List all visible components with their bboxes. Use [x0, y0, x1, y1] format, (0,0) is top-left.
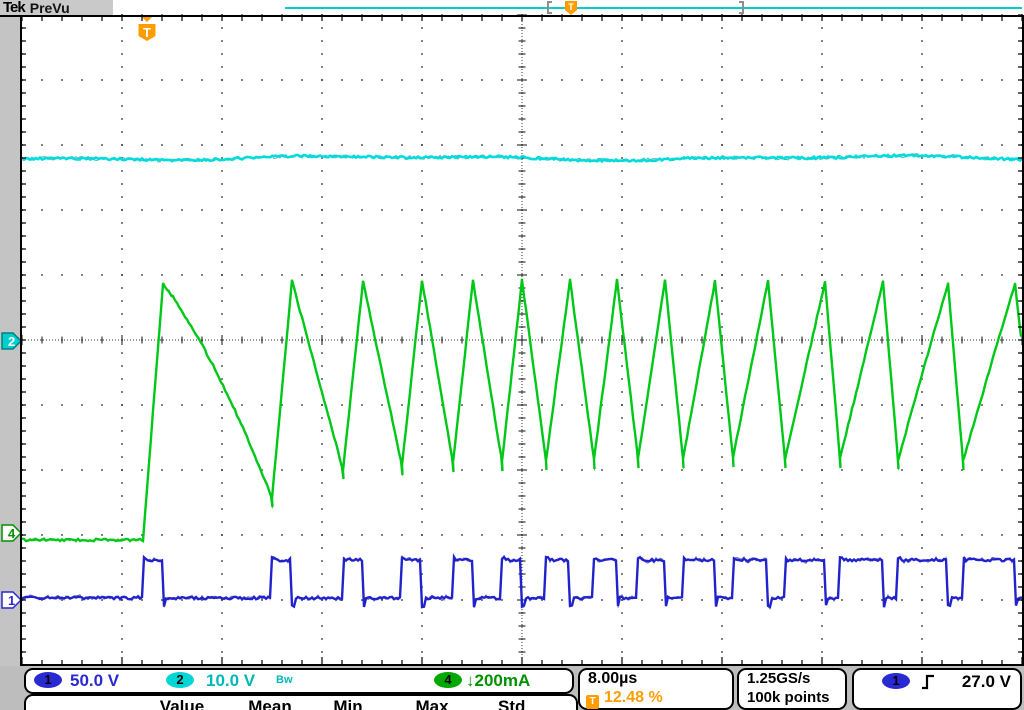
channel-1-scale: 50.0 V: [70, 671, 119, 691]
record-trigger-label: T: [568, 2, 574, 12]
oscilloscope-screen: 2 4 1 T T Tek PreVu 1 50.0 V 2 10.0 V Bw 4 …: [0, 0, 1024, 710]
measurement-header: Mean: [248, 697, 291, 710]
waveform-display: 2 4 1 T: [0, 0, 1024, 668]
tek-logo: Tek: [3, 0, 25, 16]
channel-marker-label: 4: [8, 526, 16, 541]
acquisition-mode-label: PreVu: [30, 0, 70, 16]
trigger-box[interactable]: 1 27.0 V: [852, 668, 1022, 710]
record-length: 100k points: [747, 689, 830, 706]
record-view-strip[interactable]: T: [0, 0, 1024, 16]
channel-4-scale: ↓200mA: [466, 671, 530, 691]
acquisition-box[interactable]: 1.25GS/s 100k points: [737, 668, 847, 710]
brand-area: Tek PreVu: [0, 0, 113, 15]
measurement-header: Std Dev: [498, 697, 550, 710]
horizontal-scale: 8.00µs: [588, 670, 637, 688]
trigger-position-readout: T 12.48 %: [586, 689, 663, 709]
measurement-header: Max: [415, 697, 448, 710]
trigger-flag-label: T: [143, 25, 151, 40]
channel-marker-label: 2: [8, 334, 15, 349]
channel-1-badge[interactable]: 1: [34, 672, 62, 688]
measurement-table-header: Value Mean Min Max Std Dev: [24, 694, 578, 710]
channel-4-badge[interactable]: 4: [434, 672, 462, 688]
status-bar: 1 50.0 V 2 10.0 V Bw 4 ↓200mA Value Mean M…: [0, 666, 1024, 710]
channel-2-scale: 10.0 V: [206, 671, 255, 691]
rising-edge-icon: [920, 674, 936, 690]
channel-2-badge[interactable]: 2: [166, 672, 194, 688]
trigger-position-percent: 12.48 %: [604, 689, 663, 706]
bandwidth-limit-icon: Bw: [276, 674, 293, 686]
channel-marker-label: 1: [8, 593, 15, 608]
top-bar: T Tek PreVu: [0, 0, 1024, 15]
horizontal-box[interactable]: 8.00µs T 12.48 %: [578, 668, 734, 710]
channel-readout-box[interactable]: 1 50.0 V 2 10.0 V Bw 4 ↓200mA: [24, 668, 574, 694]
measurement-header: Min: [333, 697, 362, 710]
trigger-t-icon: T: [586, 695, 599, 709]
sample-rate: 1.25GS/s: [747, 670, 810, 687]
measurement-header: Value: [160, 697, 204, 710]
trigger-source-badge: 1: [882, 673, 910, 689]
trigger-level: 27.0 V: [962, 672, 1011, 692]
